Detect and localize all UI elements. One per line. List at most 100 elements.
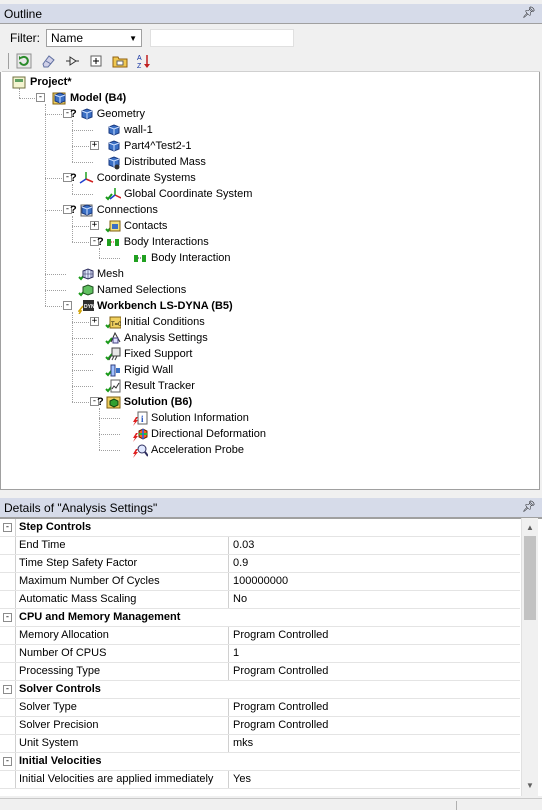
tree-item-body-interaction[interactable]: Body Interaction: [132, 250, 231, 266]
property-value[interactable]: Program Controlled: [229, 627, 520, 644]
collapse-section-icon[interactable]: -: [3, 613, 12, 622]
details-title: Details of "Analysis Settings": [4, 500, 158, 515]
property-value[interactable]: 100000000: [229, 573, 520, 590]
pin-icon[interactable]: 📌︎: [522, 500, 536, 513]
section-title: Step Controls: [15, 519, 520, 536]
connections-icon: [78, 202, 94, 218]
tree-item-initial-conditions[interactable]: T=0 Initial Conditions: [105, 314, 205, 330]
pin-icon[interactable]: 📌︎: [522, 6, 536, 19]
tree-item-connections[interactable]: ? Connections: [70, 202, 158, 218]
property-name: Automatic Mass Scaling: [15, 591, 229, 608]
tree-connector: [72, 194, 93, 195]
tree-item-label: Geometry: [96, 108, 146, 120]
status-unknown-icon: ?: [97, 236, 104, 248]
property-value[interactable]: Program Controlled: [229, 699, 520, 716]
property-name: Number Of CPUS: [15, 645, 229, 662]
tree-item-contacts[interactable]: Contacts: [105, 218, 167, 234]
tree-item-label: wall-1: [124, 124, 153, 136]
row-gutter: [0, 573, 15, 590]
tree-item-mesh[interactable]: Mesh: [78, 266, 124, 282]
property-value[interactable]: 0.03: [229, 537, 520, 554]
filter-dropdown[interactable]: Name ▼: [46, 29, 142, 47]
details-property-row[interactable]: Unit System mks: [0, 735, 520, 753]
tree-item-acceleration-probe[interactable]: Acceleration Probe: [132, 442, 244, 458]
filter-search-input[interactable]: [150, 29, 294, 47]
details-scrollbar[interactable]: ▲ ▼: [521, 518, 538, 796]
details-property-row[interactable]: Initial Velocities are applied immediate…: [0, 771, 520, 789]
details-property-row[interactable]: Solver Type Program Controlled: [0, 699, 520, 717]
details-property-row[interactable]: Memory Allocation Program Controlled: [0, 627, 520, 645]
details-section-header[interactable]: - Step Controls: [0, 519, 520, 537]
folder-icon[interactable]: [111, 52, 129, 70]
tree-item-directional-deformation[interactable]: Directional Deformation: [132, 426, 266, 442]
property-value[interactable]: mks: [229, 735, 520, 752]
status-unknown-icon: ?: [97, 396, 104, 408]
details-section-header[interactable]: - Solver Controls: [0, 681, 520, 699]
property-value[interactable]: Program Controlled: [229, 717, 520, 734]
details-section-header[interactable]: - CPU and Memory Management: [0, 609, 520, 627]
tree-connector: [45, 104, 46, 306]
details-property-row[interactable]: Automatic Mass Scaling No: [0, 591, 520, 609]
tree-item-global-coordinate-system[interactable]: Global Coordinate System: [105, 186, 252, 202]
expand-node-icon[interactable]: +: [90, 141, 99, 150]
part-icon: [105, 138, 121, 154]
tree-item-workbench-ls-dyna-b5[interactable]: DYN Workbench LS-DYNA (B5): [77, 298, 233, 315]
expand-node-icon[interactable]: +: [90, 221, 99, 230]
tree-item-label: Named Selections: [97, 284, 187, 296]
filter-funnel-icon[interactable]: [63, 52, 81, 70]
collapse-node-icon[interactable]: -: [63, 301, 72, 310]
tree-item-body-interactions[interactable]: ? Body Interactions: [97, 234, 209, 250]
svg-text:A: A: [137, 55, 142, 62]
chevron-down-icon: ▼: [129, 33, 137, 43]
expand-node-icon[interactable]: +: [90, 317, 99, 326]
property-value[interactable]: 0.9: [229, 555, 520, 572]
body-icon: [105, 122, 121, 138]
details-property-row[interactable]: End Time 0.03: [0, 537, 520, 555]
tree-item-solution-b6[interactable]: ? Solution (B6): [97, 394, 192, 410]
tree-item-coordinate-systems[interactable]: ? Coordinate Systems: [70, 170, 196, 186]
scroll-down-arrow-icon[interactable]: ▼: [522, 778, 538, 794]
tree-item-distributed-mass[interactable]: Distributed Mass: [105, 154, 206, 170]
collapse-section-icon[interactable]: -: [3, 757, 12, 766]
details-property-row[interactable]: Number Of CPUS 1: [0, 645, 520, 663]
tree-item-project[interactable]: Project*: [11, 74, 72, 90]
sort-icon[interactable]: AZ: [135, 52, 153, 70]
solution-information-icon: i: [132, 410, 148, 426]
tree-item-result-tracker[interactable]: Result Tracker: [105, 378, 195, 394]
collapse-node-icon[interactable]: -: [36, 93, 45, 102]
collapse-section-icon[interactable]: -: [3, 523, 12, 532]
eraser-icon[interactable]: [39, 52, 57, 70]
tree-connector: [99, 408, 100, 450]
scroll-up-arrow-icon[interactable]: ▲: [522, 520, 538, 536]
expand-all-icon[interactable]: [87, 52, 105, 70]
property-value[interactable]: Program Controlled: [229, 663, 520, 680]
tree-item-fixed-support[interactable]: Fixed Support: [105, 346, 192, 362]
tree-item-label: Contacts: [124, 220, 168, 232]
property-value[interactable]: 1: [229, 645, 520, 662]
details-property-row[interactable]: Time Step Safety Factor 0.9: [0, 555, 520, 573]
tree-item-rigid-wall[interactable]: Rigid Wall: [105, 362, 173, 378]
filter-dropdown-value: Name: [51, 31, 84, 45]
refresh-icon[interactable]: [15, 52, 33, 70]
section-title: Solver Controls: [15, 681, 520, 698]
svg-text:DYN: DYN: [84, 304, 94, 310]
property-value[interactable]: No: [229, 591, 520, 608]
property-name: Solver Precision: [15, 717, 229, 734]
tree-item-model-b4[interactable]: Model (B4): [51, 90, 126, 106]
tree-item-wall-1[interactable]: wall-1: [105, 122, 153, 138]
tree-item-part4-test2-1[interactable]: Part4^Test2-1: [105, 138, 192, 154]
tree-item-label: Model (B4): [70, 92, 127, 104]
property-value[interactable]: Yes: [229, 771, 520, 788]
rigid-wall-icon: [105, 362, 121, 378]
scroll-thumb[interactable]: [524, 536, 536, 620]
details-property-row[interactable]: Maximum Number Of Cycles 100000000: [0, 573, 520, 591]
tree-item-geometry[interactable]: ? Geometry: [70, 106, 145, 122]
details-property-row[interactable]: Processing Type Program Controlled: [0, 663, 520, 681]
collapse-section-icon[interactable]: -: [3, 685, 12, 694]
details-property-row[interactable]: Solver Precision Program Controlled: [0, 717, 520, 735]
details-section-header[interactable]: - Initial Velocities: [0, 753, 520, 771]
tree-item-solution-information[interactable]: i Solution Information: [132, 410, 249, 426]
tree-item-analysis-settings[interactable]: Analysis Settings: [105, 330, 208, 346]
row-gutter: [0, 699, 15, 716]
tree-item-named-selections[interactable]: Named Selections: [78, 282, 186, 298]
